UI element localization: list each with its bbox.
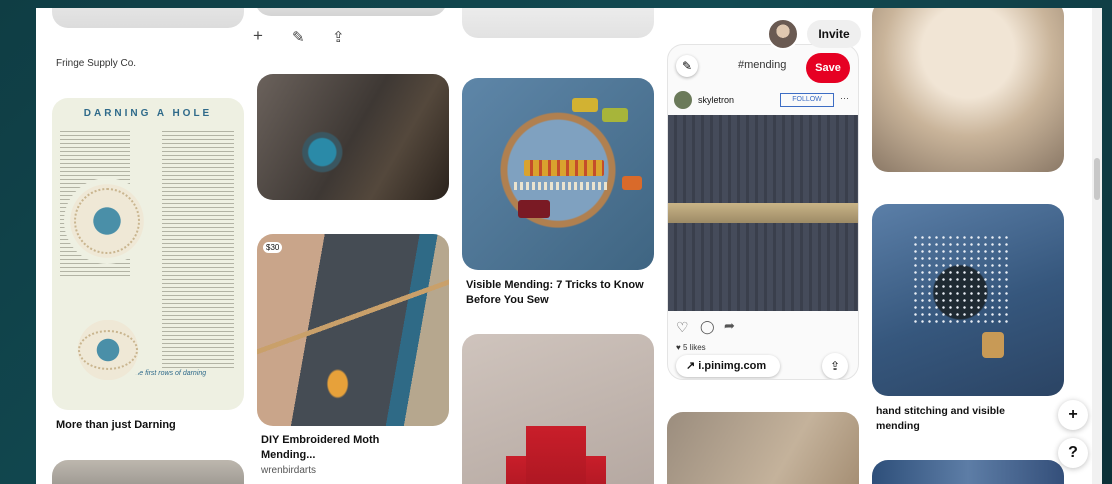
source-link[interactable]: ↗ i.pinimg.com (676, 355, 780, 377)
pin-red-patch[interactable] (462, 334, 654, 484)
pin-image-bottom-5[interactable] (872, 460, 1064, 484)
pin-image-bottom-1[interactable] (52, 460, 244, 484)
thread-spool-green (602, 108, 628, 122)
price-badge: $30 (263, 242, 283, 253)
darning-diagram-top (64, 178, 150, 264)
pin-caption-hoop-2[interactable]: Before You Sew (466, 293, 549, 308)
thread-spool-red (518, 200, 550, 218)
like-icon: ♡ (676, 319, 689, 335)
invite-button[interactable]: Invite (807, 20, 861, 48)
hashtag-label: #mending (738, 59, 787, 71)
darning-instructions-column (162, 128, 234, 368)
pin-sweater-mending[interactable] (257, 74, 449, 200)
pin-visible-mending-hoop[interactable] (462, 78, 654, 270)
scrollbar-thumb[interactable] (1094, 158, 1100, 200)
likes-count: ♥ 5 likes (676, 343, 706, 352)
pin-author[interactable]: wrenbirdarts (261, 465, 316, 476)
pin-instagram-mending[interactable]: ✎ #mending Save skyletron FOLLOW ··· ♡ ◯… (667, 44, 859, 380)
more-options-icon[interactable]: ··· (840, 93, 849, 103)
pin-board: Fringe Supply Co. DARNING A HOLE Darning… (36, 8, 1102, 484)
pin-image-top-2[interactable] (255, 8, 447, 16)
pin-jeans-stitching[interactable] (872, 204, 1064, 396)
pin-caption-hoop-1[interactable]: Visible Mending: 7 Tricks to Know (466, 278, 644, 293)
create-plus-button[interactable]: + (1058, 400, 1088, 430)
share-icon[interactable]: ⇪ (332, 28, 345, 46)
darning-heading: DARNING A HOLE (83, 108, 213, 119)
comment-icon: ◯ (700, 319, 715, 334)
save-button[interactable]: Save (806, 53, 850, 83)
pin-caption-moth-2[interactable]: Mending... (261, 448, 315, 463)
follow-button[interactable]: FOLLOW (780, 93, 834, 107)
darning-diagram-bottom (68, 320, 148, 380)
add-icon[interactable]: + (253, 26, 263, 46)
edit-icon[interactable]: ✎ (676, 55, 698, 77)
edit-icon[interactable]: ✎ (292, 28, 305, 46)
hoop-stitching (524, 160, 604, 176)
avatar[interactable] (674, 91, 692, 109)
scrollbar[interactable] (1092, 8, 1102, 484)
pin-caption-jeans-1[interactable]: hand stitching and visible (876, 404, 1005, 419)
sashiko-stitching (912, 234, 1008, 324)
pin-caption-jeans-2[interactable]: mending (876, 419, 920, 434)
send-icon: ➦ (724, 318, 735, 333)
share-icon[interactable]: ⇪ (822, 353, 848, 379)
hoop-stitching-white (514, 182, 610, 190)
pin-source-label[interactable]: Fringe Supply Co. (56, 58, 136, 69)
instagram-username[interactable]: skyletron (698, 95, 734, 105)
pin-caption-moth-1[interactable]: DIY Embroidered Moth (261, 433, 379, 448)
pin-embroidered-moth[interactable]: $30 (257, 234, 449, 426)
pin-darning-a-hole[interactable]: DARNING A HOLE Darning hose the first ro… (52, 98, 244, 410)
avatar[interactable] (767, 18, 799, 50)
pin-image-top-3[interactable] (462, 8, 654, 38)
instagram-photo (668, 115, 858, 311)
pin-caption-darning[interactable]: More than just Darning (56, 418, 176, 433)
pin-image-top-1[interactable] (52, 8, 244, 28)
pin-image-top-5[interactable] (872, 8, 1064, 172)
thread-spool-orange (622, 176, 642, 190)
help-button[interactable]: ? (1058, 438, 1088, 468)
pin-image-bottom-4[interactable] (667, 412, 859, 484)
thimble (982, 332, 1004, 358)
thread-spool-yellow (572, 98, 598, 112)
